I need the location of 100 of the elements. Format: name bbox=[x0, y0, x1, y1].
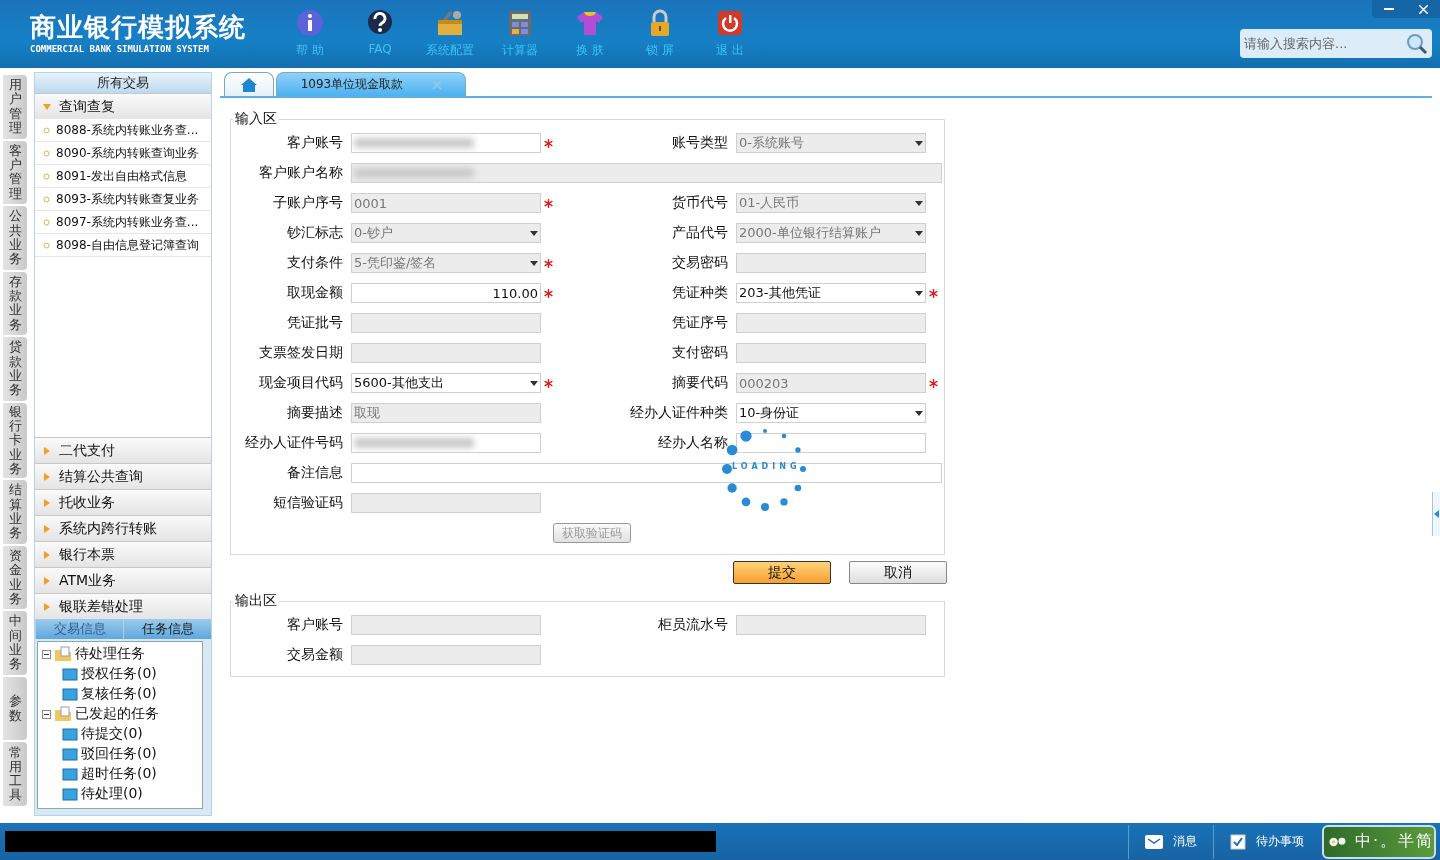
input-method-bar[interactable]: 中·。半简 bbox=[1322, 824, 1436, 859]
menu-group[interactable]: 二代支付 bbox=[35, 437, 211, 463]
side-tab[interactable]: 贷款业务 bbox=[3, 337, 27, 401]
bullet-icon bbox=[43, 126, 50, 134]
triangle-icon bbox=[43, 602, 51, 611]
caret-icon bbox=[530, 230, 538, 236]
menu-group[interactable]: 托收业务 bbox=[35, 489, 211, 515]
minimize-icon bbox=[1384, 8, 1394, 10]
section-title: 输入区 bbox=[234, 110, 278, 128]
search-icon[interactable] bbox=[1406, 33, 1428, 55]
app-title: 商业银行模拟系统 bbox=[30, 12, 247, 42]
select-field[interactable]: 10-身份证 bbox=[736, 403, 926, 423]
input-field[interactable] bbox=[736, 433, 926, 453]
folder-icon bbox=[62, 787, 78, 801]
power-icon bbox=[715, 8, 745, 38]
collapse-icon[interactable] bbox=[42, 649, 51, 659]
tree-item[interactable]: 待处理(0) bbox=[81, 785, 143, 803]
menu-item[interactable]: 8097-系统内转账业务查... bbox=[56, 213, 199, 231]
search-field[interactable]: 请输入搜索内容... bbox=[1240, 29, 1432, 58]
info-tab[interactable]: 任务信息 bbox=[123, 619, 211, 639]
toolbox-icon bbox=[435, 8, 465, 38]
tree-item[interactable]: 驳回任务(0) bbox=[81, 745, 157, 763]
side-tab[interactable]: 用户管理 bbox=[3, 75, 27, 139]
app-subtitle: COMMERCIAL BANK SIMULATION SYSTEM bbox=[30, 44, 210, 54]
side-tab[interactable]: 公共业务 bbox=[3, 206, 27, 270]
field-label: 现金项目代码 bbox=[259, 374, 344, 392]
tree-item[interactable]: 已发起的任务 bbox=[75, 705, 159, 723]
triangle-icon bbox=[43, 472, 51, 481]
bullet-icon bbox=[43, 218, 50, 226]
field-label: 货币代号 bbox=[672, 194, 729, 212]
tree-item[interactable]: 复核任务(0) bbox=[81, 685, 157, 703]
bullet-icon bbox=[43, 172, 50, 180]
field-label: 支付密码 bbox=[672, 344, 729, 362]
menu-group[interactable]: 查询查复 bbox=[35, 93, 211, 119]
menu-item[interactable]: 8091-发出自由格式信息 bbox=[56, 167, 187, 185]
mail-icon bbox=[1145, 834, 1163, 849]
cancel-button[interactable]: 取消 bbox=[849, 561, 947, 584]
select-field[interactable]: 203-其他凭证 bbox=[736, 283, 926, 303]
menu-item[interactable]: 8093-系统内转账查复业务 bbox=[56, 190, 199, 208]
bullet-icon bbox=[43, 149, 50, 157]
folder-icon bbox=[62, 767, 78, 781]
bullet-icon bbox=[43, 241, 50, 249]
tree-item[interactable]: 待处理任务 bbox=[75, 645, 145, 663]
folder-icon bbox=[54, 646, 72, 662]
folder-icon bbox=[62, 687, 78, 701]
menu-item[interactable]: 8090-系统内转账查询业务 bbox=[56, 144, 199, 162]
section-title: 输出区 bbox=[234, 592, 278, 610]
field-label: 短信验证码 bbox=[273, 494, 344, 512]
triangle-icon bbox=[43, 576, 51, 585]
input-field[interactable]: 110.00 bbox=[351, 283, 541, 303]
field-label: 账号类型 bbox=[672, 134, 729, 152]
select-field[interactable]: 5600-其他支出 bbox=[351, 373, 541, 393]
side-tab[interactable]: 客户管理 bbox=[3, 140, 27, 205]
menu-item[interactable]: 8098-自由信息登记簿查询 bbox=[56, 236, 199, 254]
field-label: 支付条件 bbox=[287, 254, 344, 272]
input-field[interactable] bbox=[351, 463, 942, 483]
triangle-icon bbox=[43, 102, 51, 111]
folder-icon bbox=[54, 706, 72, 722]
collapse-icon[interactable] bbox=[42, 709, 51, 719]
field-label: 摘要代码 bbox=[672, 374, 729, 392]
bullet-icon bbox=[43, 195, 50, 203]
close-icon[interactable] bbox=[433, 80, 442, 89]
triangle-icon bbox=[43, 446, 51, 455]
menu-group[interactable]: 结算公共查询 bbox=[35, 463, 211, 489]
field-label: 经办人名称 bbox=[658, 434, 729, 452]
field-label: 钞汇标志 bbox=[287, 224, 344, 242]
caret-icon bbox=[915, 290, 923, 296]
field-label: 取现金额 bbox=[287, 284, 344, 302]
home-tab[interactable] bbox=[224, 72, 274, 96]
side-tab[interactable]: 存款业务 bbox=[3, 271, 27, 336]
side-tab[interactable]: 资金业务 bbox=[3, 545, 27, 610]
field-label: 客户账户名称 bbox=[259, 164, 344, 182]
field-label: 经办人证件种类 bbox=[630, 404, 729, 422]
checkbox-icon bbox=[1230, 833, 1246, 850]
todo-button[interactable]: 待办事项 bbox=[1213, 824, 1320, 859]
menu-group[interactable]: 系统内跨行转账 bbox=[35, 515, 211, 541]
menu-group[interactable]: 银行本票 bbox=[35, 541, 211, 567]
input-field[interactable] bbox=[351, 433, 541, 453]
collapse-handle[interactable] bbox=[1432, 492, 1440, 536]
menu-group[interactable]: 银联差错处理 bbox=[35, 593, 211, 619]
tree-item[interactable]: 超时任务(0) bbox=[81, 765, 157, 783]
tree-item[interactable]: 待提交(0) bbox=[81, 725, 143, 743]
tree-item[interactable]: 授权任务(0) bbox=[81, 665, 157, 683]
triangle-icon bbox=[43, 498, 51, 507]
field-label: 摘要描述 bbox=[287, 404, 344, 422]
folder-icon bbox=[62, 667, 78, 681]
menu-item[interactable]: 8088-系统内转账业务查... bbox=[56, 121, 199, 139]
caret-icon bbox=[915, 410, 923, 416]
side-tab[interactable]: 常用工具 bbox=[3, 742, 27, 806]
side-tab[interactable]: 结算业务 bbox=[3, 480, 27, 544]
page-tab[interactable]: 1093单位现金取款 bbox=[276, 72, 466, 96]
side-tab[interactable]: 银行卡业务 bbox=[3, 402, 27, 479]
side-tab[interactable]: 参数 bbox=[3, 676, 27, 741]
submit-button[interactable]: 提交 bbox=[733, 561, 831, 584]
messages-button[interactable]: 消息 bbox=[1128, 824, 1213, 859]
side-tab[interactable]: 中间业务 bbox=[3, 611, 27, 675]
menu-group[interactable]: ATM业务 bbox=[35, 567, 211, 593]
input-field[interactable] bbox=[351, 133, 541, 153]
input-method-text: 中·。半简 bbox=[1354, 831, 1434, 852]
field-label: 客户账号 bbox=[287, 616, 344, 634]
